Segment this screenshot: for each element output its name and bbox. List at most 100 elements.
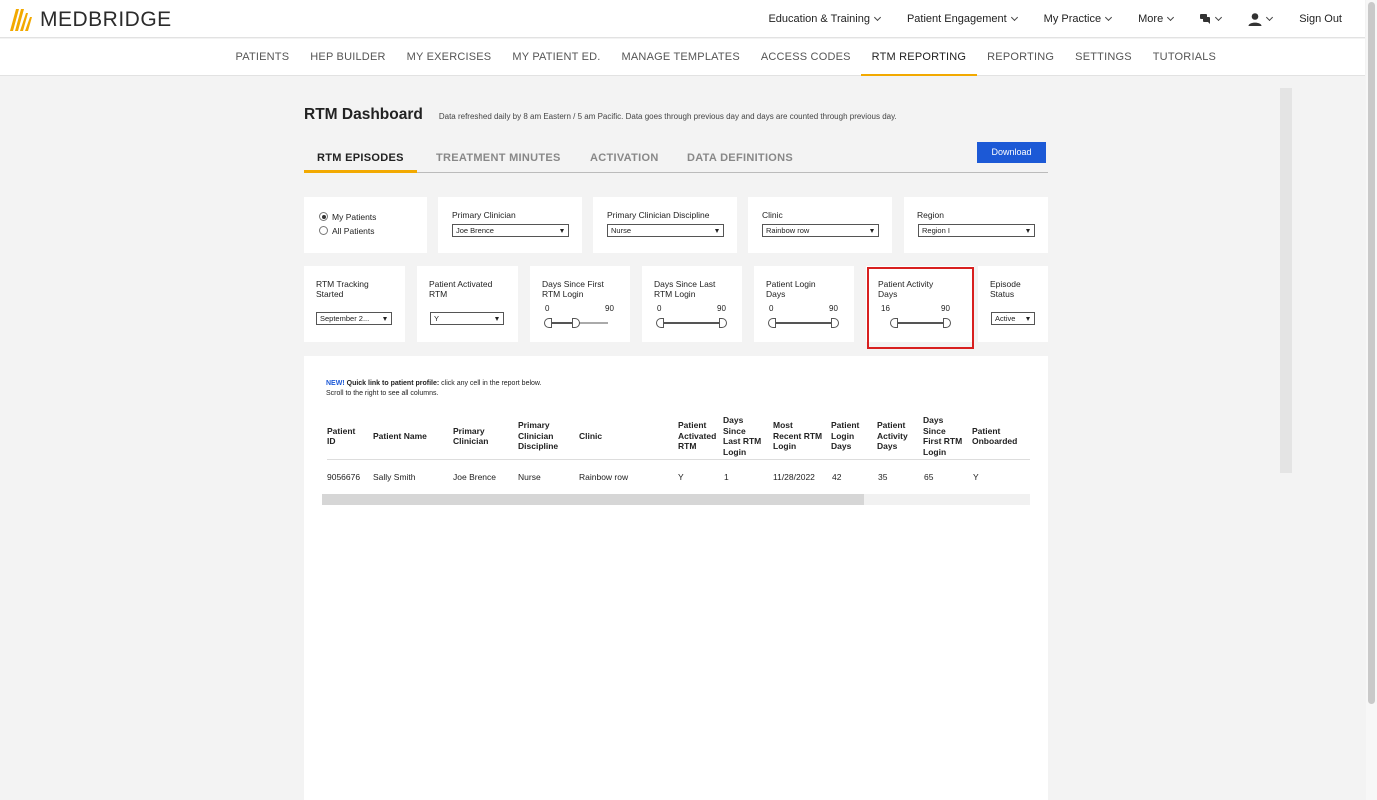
clinic-label: Clinic <box>762 210 783 220</box>
col-activity-days[interactable]: Patient Activity Days <box>877 412 908 460</box>
nav-settings[interactable]: SETTINGS <box>1065 39 1143 76</box>
cell-clinic[interactable]: Rainbow row <box>579 472 628 482</box>
col-patient-name[interactable]: Patient Name <box>373 412 427 460</box>
page-scrollbar-thumb[interactable] <box>1368 2 1375 704</box>
days-first-login-max-handle[interactable] <box>572 318 580 328</box>
days-last-login-max-handle[interactable] <box>719 318 727 328</box>
all-patients-radio[interactable]: All Patients <box>319 224 376 237</box>
clinic-select[interactable]: Rainbow row <box>762 224 879 237</box>
cell-days-since-first[interactable]: 65 <box>924 472 933 482</box>
days-first-login-max: 90 <box>605 304 614 313</box>
col-activated-rtm[interactable]: Patient Activated RTM <box>678 412 716 460</box>
clinic-value: Rainbow row <box>766 226 810 235</box>
login-days-min: 0 <box>769 304 774 313</box>
col-discipline[interactable]: Primary Clinician Discipline <box>518 412 558 460</box>
tracking-started-label-line2: Started <box>316 289 344 299</box>
cell-discipline[interactable]: Nurse <box>518 472 541 482</box>
more-menu[interactable]: More <box>1138 13 1175 25</box>
sign-out-link[interactable]: Sign Out <box>1299 13 1342 25</box>
horizontal-scrollbar[interactable] <box>322 494 1030 505</box>
cell-onboarded[interactable]: Y <box>973 472 979 482</box>
horizontal-scrollbar-thumb[interactable] <box>322 494 864 505</box>
nav-my-patient-ed[interactable]: MY PATIENT ED. <box>502 39 611 76</box>
col-login-days[interactable]: Patient Login Days <box>831 412 859 460</box>
patient-engagement-menu[interactable]: Patient Engagement <box>907 13 1018 25</box>
episode-status-label: Episode Status <box>990 279 1021 299</box>
discipline-select[interactable]: Nurse <box>607 224 724 237</box>
download-button[interactable]: Download <box>977 142 1046 163</box>
episode-status-label-line2: Status <box>990 289 1015 299</box>
cell-patient-name[interactable]: Sally Smith <box>373 472 416 482</box>
login-days-min-handle[interactable] <box>768 318 776 328</box>
dropdown-arrow-icon <box>495 317 499 321</box>
activity-days-range <box>894 322 948 324</box>
activated-select[interactable]: Y <box>430 312 504 325</box>
cell-days-since-last[interactable]: 1 <box>724 472 729 482</box>
secondary-nav: PATIENTS HEP BUILDER MY EXERCISES MY PAT… <box>0 39 1365 76</box>
cell-most-recent-login[interactable]: 11/28/2022 <box>773 472 815 482</box>
days-last-login-max: 90 <box>717 304 726 313</box>
days-first-login-filter: Days Since First RTM Login 0 90 <box>530 266 630 342</box>
primary-clinician-select[interactable]: Joe Brence <box>452 224 569 237</box>
login-days-label-line1: Patient Login <box>766 279 816 289</box>
my-patients-radio[interactable]: My Patients <box>319 210 376 223</box>
cell-patient-id[interactable]: 9056676 <box>327 472 360 482</box>
tab-activation[interactable]: ACTIVATION <box>577 150 672 173</box>
report-panel: NEW! Quick link to patient profile: clic… <box>304 356 1048 800</box>
refresh-note: Data refreshed daily by 8 am Eastern / 5… <box>438 112 897 121</box>
col-onboarded[interactable]: Patient Onboarded <box>972 412 1017 460</box>
region-select[interactable]: Region I <box>918 224 1035 237</box>
col-days-since-last[interactable]: Days Since Last RTM Login <box>723 412 761 460</box>
user-menu[interactable] <box>1248 12 1274 26</box>
user-icon <box>1248 12 1262 26</box>
col-label: Login <box>923 446 947 457</box>
col-days-since-first[interactable]: Days Since First RTM Login <box>923 412 962 460</box>
tab-data-definitions[interactable]: DATA DEFINITIONS <box>674 150 806 173</box>
education-training-menu[interactable]: Education & Training <box>768 13 882 25</box>
nav-my-exercises[interactable]: MY EXERCISES <box>396 39 502 76</box>
new-badge: NEW! <box>326 380 345 387</box>
note-text: click any cell in the report below. <box>441 380 542 387</box>
messages-menu[interactable] <box>1200 13 1223 24</box>
cell-login-days[interactable]: 42 <box>832 472 841 482</box>
nav-tutorials[interactable]: TUTORIALS <box>1142 39 1226 76</box>
nav-rtm-reporting[interactable]: RTM REPORTING <box>861 39 977 76</box>
patient-scope-filter: My Patients All Patients <box>304 197 427 253</box>
col-patient-id[interactable]: Patient ID <box>327 412 355 460</box>
cell-activity-days[interactable]: 35 <box>878 472 887 482</box>
days-last-login-label-line2: RTM Login <box>654 289 696 299</box>
content-scrollbar[interactable] <box>1280 88 1292 473</box>
note-bold: Quick link to patient profile: <box>346 380 440 387</box>
days-last-login-min-handle[interactable] <box>656 318 664 328</box>
tracking-started-select[interactable]: September 2... <box>316 312 392 325</box>
nav-manage-templates[interactable]: MANAGE TEMPLATES <box>611 39 750 76</box>
days-first-login-label-line2: RTM Login <box>542 289 584 299</box>
tab-rtm-episodes[interactable]: RTM EPISODES <box>304 150 417 173</box>
col-clinic[interactable]: Clinic <box>579 412 602 460</box>
col-most-recent-login[interactable]: Most Recent RTM Login <box>773 412 822 460</box>
nav-reporting[interactable]: REPORTING <box>977 39 1065 76</box>
nav-hep-builder[interactable]: HEP BUILDER <box>300 39 396 76</box>
all-patients-label: All Patients <box>332 225 375 236</box>
tab-treatment-minutes[interactable]: TREATMENT MINUTES <box>423 150 574 173</box>
activity-days-min-handle[interactable] <box>890 318 898 328</box>
nav-patients[interactable]: PATIENTS <box>225 39 300 76</box>
page-scrollbar[interactable] <box>1366 0 1377 800</box>
days-first-login-label-line1: Days Since First <box>542 279 604 289</box>
days-first-login-min-handle[interactable] <box>544 318 552 328</box>
col-label: Clinician <box>518 430 554 441</box>
my-practice-menu[interactable]: My Practice <box>1044 13 1113 25</box>
cell-activated-rtm[interactable]: Y <box>678 472 684 482</box>
radio-selected-icon <box>319 212 328 221</box>
activity-days-label-line2: Days <box>878 289 898 299</box>
days-last-login-label: Days Since Last RTM Login <box>654 279 715 299</box>
col-primary-clinician[interactable]: Primary Clinician <box>453 412 488 460</box>
activated-value: Y <box>434 314 440 323</box>
login-days-max-handle[interactable] <box>831 318 839 328</box>
medbridge-logo[interactable]: MEDBRIDGE <box>10 8 172 32</box>
activity-days-max-handle[interactable] <box>943 318 951 328</box>
episode-status-select[interactable]: Active <box>991 312 1035 325</box>
nav-access-codes[interactable]: ACCESS CODES <box>750 39 861 76</box>
cell-primary-clinician[interactable]: Joe Brence <box>453 472 496 482</box>
chevron-down-icon <box>1167 13 1175 22</box>
